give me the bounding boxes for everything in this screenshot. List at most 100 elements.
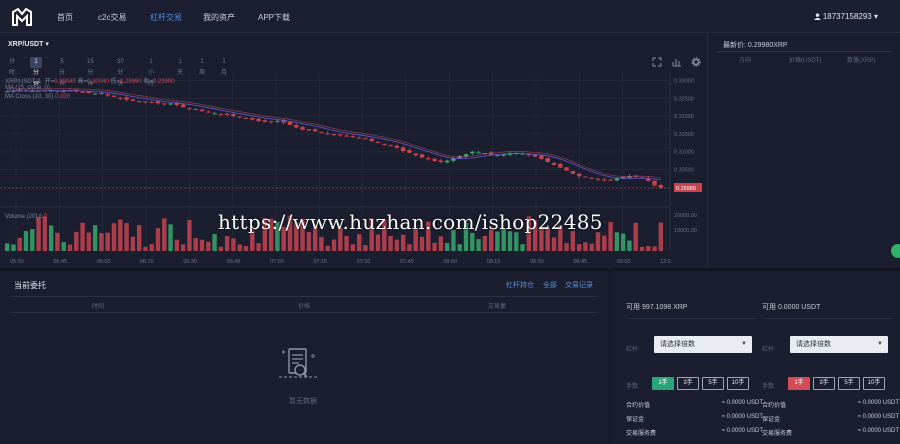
user-icon xyxy=(813,13,821,20)
volume-bar xyxy=(4,243,10,251)
interval-tab-1h[interactable]: 1小时 xyxy=(145,57,157,87)
buy-leverage-select[interactable]: 请选择倍数 ▼ xyxy=(654,336,752,353)
candle-body xyxy=(589,177,594,179)
candle-body xyxy=(652,180,657,186)
sell-hand-5[interactable]: 5手 xyxy=(838,377,860,390)
nav-item-home[interactable]: 首页 xyxy=(57,12,73,23)
volume-bar xyxy=(394,239,400,251)
buy-hand-3[interactable]: 3手 xyxy=(677,377,699,390)
logo-icon[interactable] xyxy=(11,7,33,27)
candle-body xyxy=(419,154,425,158)
interval-tab-1min[interactable]: 1分钟 xyxy=(30,57,42,87)
watermark-url: https://www.huzhan.com/ishop22485 xyxy=(218,210,603,234)
candle-body xyxy=(262,120,268,122)
legend-ma-cross: MA Cross (10, 30) 0.300 xyxy=(5,94,71,100)
link-margin-positions[interactable]: 杠杆持仓 xyxy=(506,280,534,290)
interval-tab-1m[interactable]: 1月 xyxy=(218,57,230,76)
candle-body xyxy=(558,163,563,168)
col-price: 价格 xyxy=(298,304,311,310)
sell-hand-1[interactable]: 1手 xyxy=(788,377,810,390)
buy-hand-5[interactable]: 5手 xyxy=(702,377,724,390)
volume-bar xyxy=(36,216,41,251)
sell-form: 可用 0.0000 USDT 杠杆: 请选择倍数 ▼ 手数: 1手 3手 5手 1… xyxy=(762,304,899,437)
side-float-button[interactable] xyxy=(891,244,900,258)
candlestick-chart[interactable]: 0.33000 0.32500 0.32000 0.31500 0.31000 0.305… xyxy=(0,73,706,268)
link-trade-history[interactable]: 交易记录 xyxy=(565,280,593,290)
pair-selector[interactable]: XRP/USDT ▾ xyxy=(8,40,49,48)
candle-body xyxy=(199,109,205,112)
volume-bar xyxy=(143,246,148,251)
interval-tab-30min[interactable]: 30分钟 xyxy=(114,57,127,87)
interval-tab-time[interactable]: 分时 xyxy=(6,57,18,76)
legend-low: 0.29990 xyxy=(119,79,142,85)
divider xyxy=(717,51,892,52)
candle-body xyxy=(193,109,198,111)
volume-bar xyxy=(482,235,488,251)
volume-bar xyxy=(180,244,186,251)
nav-item-margin-trading[interactable]: 杠杆交易 xyxy=(150,12,182,23)
candle-body xyxy=(576,173,582,177)
candle-body xyxy=(407,150,412,153)
settings-gear-icon[interactable] xyxy=(691,57,701,67)
candle-body xyxy=(595,178,601,180)
candle-body xyxy=(602,179,607,181)
interval-tab-5min[interactable]: 5分钟 xyxy=(56,57,68,87)
volume-bar xyxy=(237,244,242,251)
y-tick-label: 0.31000 xyxy=(674,150,694,156)
interval-tab-1d[interactable]: 1天 xyxy=(174,57,186,76)
volume-bar xyxy=(608,221,613,251)
buy-hand-1[interactable]: 1手 xyxy=(652,377,674,390)
buy-hand-10[interactable]: 10手 xyxy=(727,377,749,390)
volume-bar xyxy=(325,245,330,251)
orders-title: 当前委托 xyxy=(14,281,46,290)
volume-bar xyxy=(419,236,425,251)
divider xyxy=(762,318,892,319)
user-menu[interactable]: 18737158293 ▾ xyxy=(813,12,878,21)
sell-hands-label: 手数: xyxy=(762,384,776,390)
candle-body xyxy=(570,170,576,174)
candle-body xyxy=(86,91,92,94)
nav-item-app-download[interactable]: APP下载 xyxy=(258,12,290,23)
volume-bar xyxy=(11,244,16,251)
latest-price: 最新价: 0.29980XRP xyxy=(723,42,788,49)
volume-bar xyxy=(457,244,462,251)
buy-hands-label: 手数: xyxy=(626,384,640,390)
x-tick-label: 07:45 xyxy=(400,259,414,265)
indicator-icon[interactable] xyxy=(672,57,682,67)
volume-bar xyxy=(80,222,85,251)
col-time: 时间 xyxy=(92,304,105,310)
link-all[interactable]: 全部 xyxy=(543,280,557,290)
volume-bar xyxy=(583,242,588,251)
divider xyxy=(10,312,598,313)
candle-body xyxy=(130,99,136,101)
volume-bar xyxy=(646,246,651,251)
sell-hand-3[interactable]: 3手 xyxy=(813,377,835,390)
volume-bar xyxy=(67,244,73,251)
x-tick-label: 06:30 xyxy=(183,259,197,265)
interval-tab-1w[interactable]: 1周 xyxy=(196,57,208,76)
volume-bar xyxy=(639,246,645,251)
buy-leverage-label: 杠杆: xyxy=(626,347,640,353)
candle-body xyxy=(250,118,255,120)
col-volume: 交易量 xyxy=(488,304,507,310)
candle-body xyxy=(608,179,613,181)
candle-body xyxy=(300,126,305,130)
candle-body xyxy=(369,138,374,142)
interval-tab-15min[interactable]: 15分钟 xyxy=(84,57,97,87)
divider xyxy=(10,296,598,297)
candle-body xyxy=(319,132,324,134)
sell-hand-10[interactable]: 10手 xyxy=(863,377,885,390)
nav-item-my-assets[interactable]: 我的资产 xyxy=(203,12,235,23)
nav-item-c2c[interactable]: c2c交易 xyxy=(98,12,126,23)
x-tick-label: 06:45 xyxy=(227,259,241,265)
volume-bar xyxy=(344,235,349,251)
fullscreen-icon[interactable] xyxy=(652,57,662,67)
candle-body xyxy=(620,177,626,179)
candle-body xyxy=(444,160,450,163)
volume-bar xyxy=(620,233,626,251)
sell-leverage-label: 杠杆: xyxy=(762,347,776,353)
volume-bar xyxy=(520,244,525,251)
x-tick-label: 07:30 xyxy=(357,259,371,265)
sell-leverage-select[interactable]: 请选择倍数 ▼ xyxy=(790,336,888,353)
volume-bar xyxy=(92,225,98,251)
